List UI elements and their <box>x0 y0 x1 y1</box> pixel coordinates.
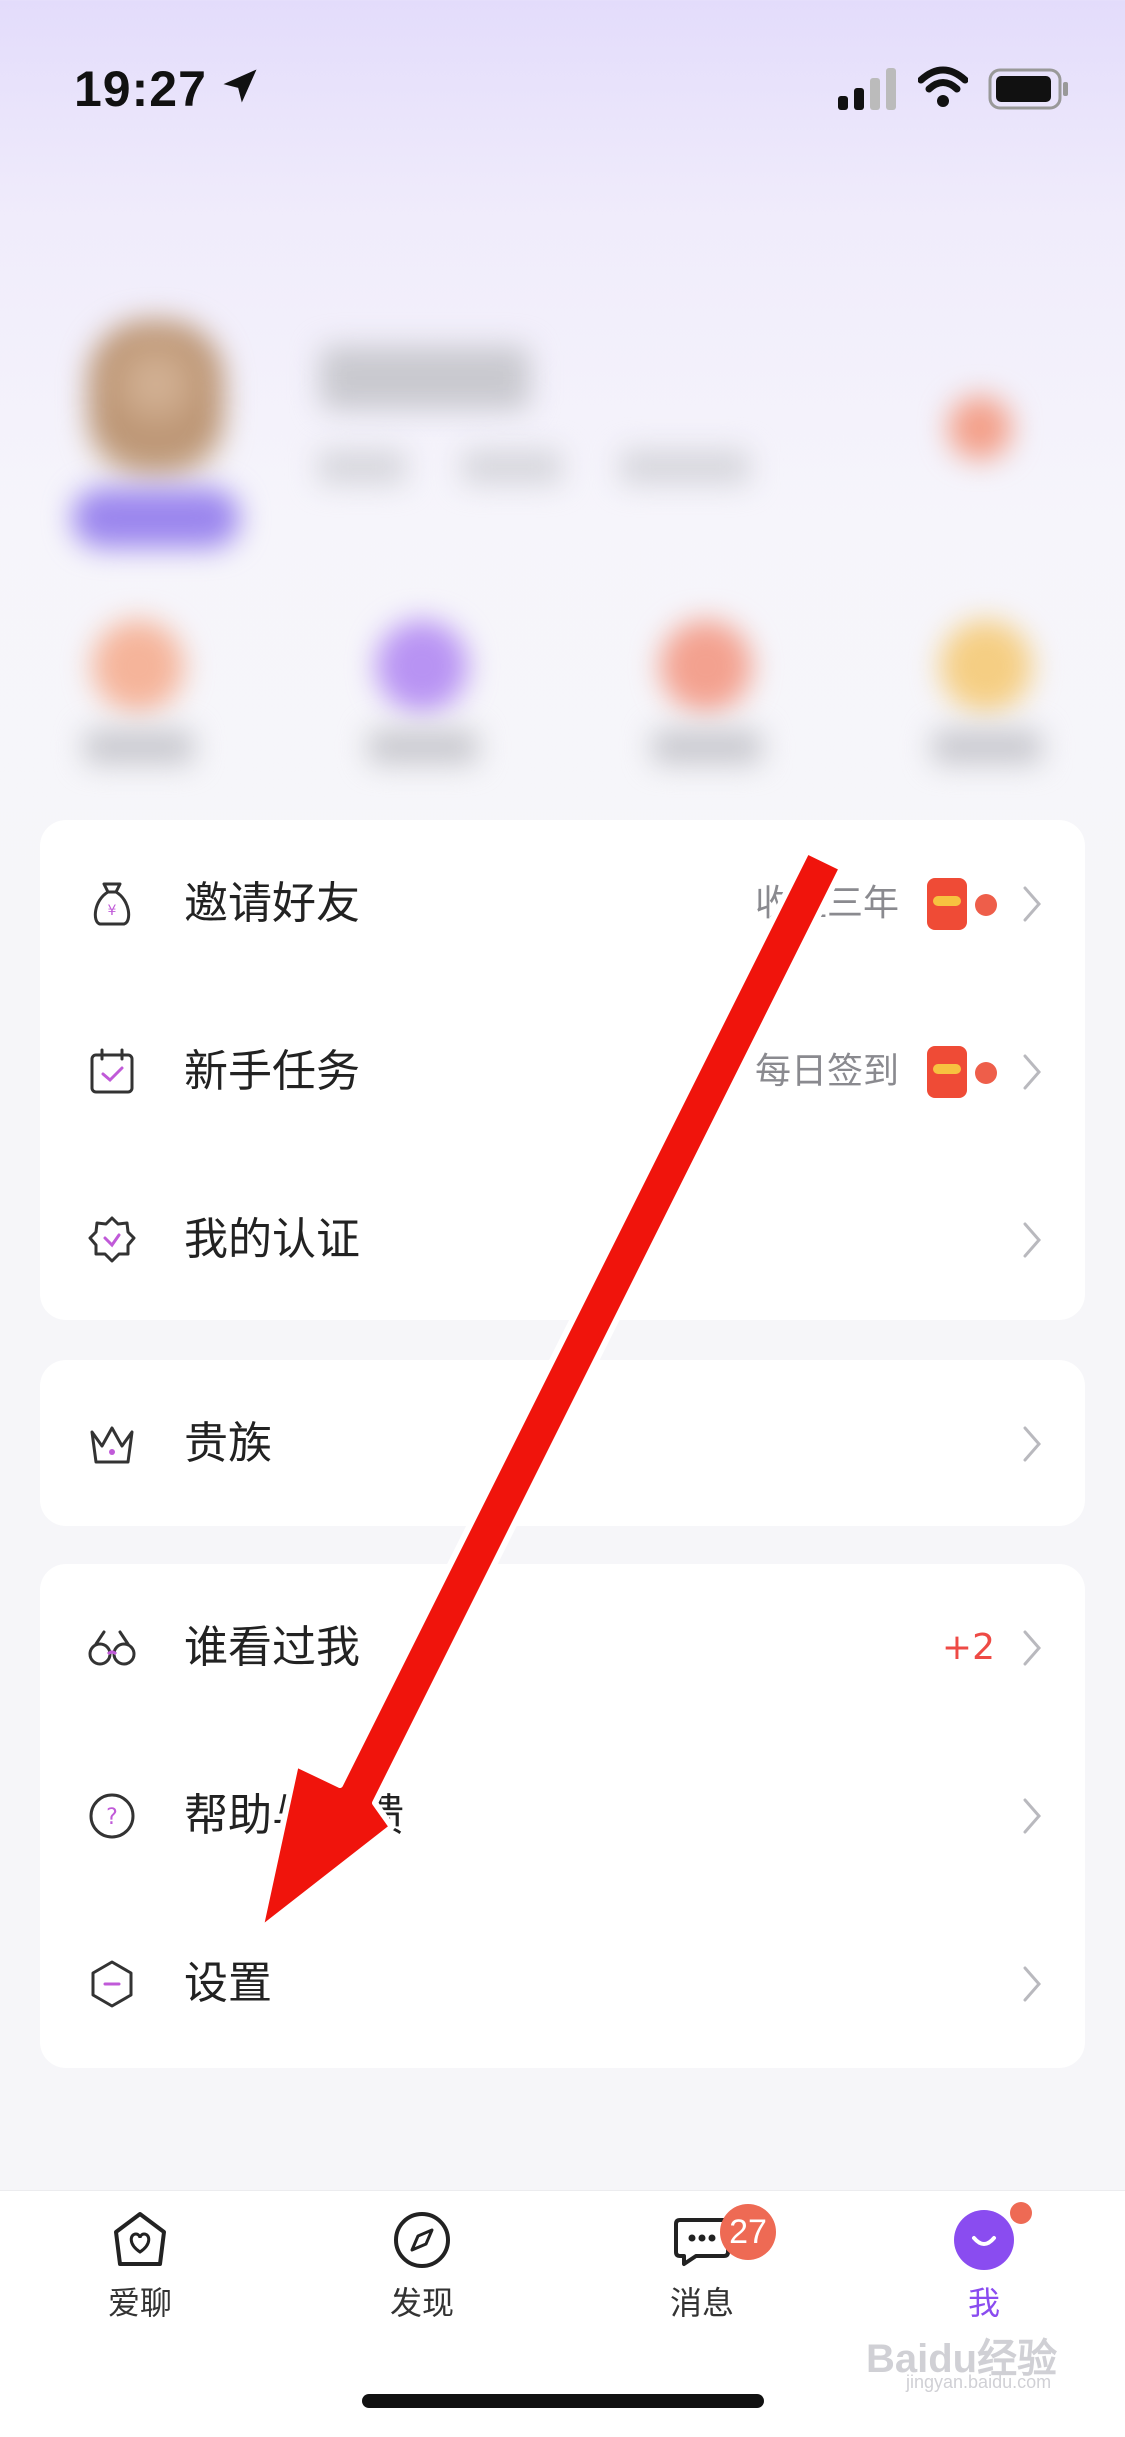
menu-item-my-verification[interactable]: 我的认证 <box>40 1156 1085 1324</box>
menu-item-label: 谁看过我 <box>184 1622 360 1673</box>
red-packet-icon <box>927 878 967 930</box>
calendar-check-icon <box>90 1048 134 1094</box>
avatar[interactable] <box>88 320 224 480</box>
chevron-right-icon <box>1023 1054 1041 1090</box>
help-circle-icon: ? <box>89 1793 135 1839</box>
menu-item-newbie-tasks[interactable]: 新手任务 每日签到 <box>40 988 1085 1156</box>
menu-item-label: 帮助与反馈 <box>184 1790 404 1841</box>
compass-icon <box>394 2212 450 2268</box>
menu-item-hint: 每日签到 <box>754 1051 899 1092</box>
quick-action-label-blurred <box>368 730 478 764</box>
profile-meta-blurred <box>620 450 750 484</box>
menu-item-label: 设置 <box>184 1958 272 2009</box>
unread-messages-badge: 27 <box>720 2204 776 2260</box>
quick-action-label-blurred <box>652 730 762 764</box>
quick-action-icon[interactable] <box>660 620 752 712</box>
wifi-icon <box>918 66 968 107</box>
watermark-url: jingyan.baidu.com <box>906 2372 1052 2392</box>
menu-item-label: 新手任务 <box>184 1046 360 1097</box>
glasses-icon <box>88 1630 136 1666</box>
notification-dot <box>1010 2202 1032 2224</box>
profile-meta-blurred <box>462 450 562 484</box>
notification-dot <box>975 1062 997 1084</box>
quick-action-label-blurred <box>932 730 1042 764</box>
viewer-count-badge: +2 <box>941 1627 995 1668</box>
tab-label: 我 <box>967 2284 1000 2322</box>
menu-item-invite-friends[interactable]: ¥ 邀请好友 收益三年 <box>40 820 1085 988</box>
tab-ai-chat[interactable]: 爱聊 <box>60 2208 220 2338</box>
cellular-signal-icon <box>838 68 896 110</box>
notification-dot <box>975 894 997 916</box>
menu-card-misc: 谁看过我 +2 ? 帮助与反馈 设置 <box>40 1564 1085 2068</box>
chevron-right-icon <box>1023 1222 1041 1258</box>
profile-meta-blurred <box>318 450 406 484</box>
chevron-right-icon <box>1023 1798 1041 1834</box>
chevron-right-icon <box>1023 1426 1041 1462</box>
verified-badge-icon <box>88 1216 136 1263</box>
money-bag-icon: ¥ <box>93 882 131 926</box>
menu-item-noble[interactable]: 贵族 <box>40 1360 1085 1526</box>
chevron-right-icon <box>1023 886 1041 922</box>
profile-name-blurred <box>320 346 530 410</box>
smile-avatar-icon <box>954 2210 1014 2270</box>
menu-item-label: 我的认证 <box>184 1214 360 1265</box>
tab-label: 消息 <box>669 2284 734 2322</box>
battery-icon <box>988 68 1068 110</box>
quick-action-label-blurred <box>84 730 194 764</box>
menu-item-label: 贵族 <box>184 1418 272 1469</box>
menu-item-label: 邀请好友 <box>184 878 360 929</box>
red-packet-icon <box>927 1046 967 1098</box>
menu-item-help-feedback[interactable]: ? 帮助与反馈 <box>40 1732 1085 1900</box>
chevron-right-icon <box>1023 1630 1041 1666</box>
quick-action-icon[interactable] <box>92 620 184 712</box>
tab-discover[interactable]: 发现 <box>342 2208 502 2338</box>
avatar-badge <box>72 488 240 548</box>
svg-text:?: ? <box>106 1805 118 1830</box>
tab-label: 发现 <box>389 2284 454 2322</box>
crown-icon <box>90 1426 134 1464</box>
svg-text:¥: ¥ <box>108 903 117 919</box>
home-heart-icon <box>114 2212 166 2266</box>
menu-card-noble: 贵族 <box>40 1360 1085 1526</box>
profile-action-blurred[interactable] <box>948 396 1012 460</box>
status-time: 19:27 <box>74 61 207 117</box>
menu-item-hint: 收益三年 <box>754 883 899 924</box>
quick-action-icon[interactable] <box>376 620 468 712</box>
settings-hexagon-icon <box>91 1960 133 2008</box>
menu-card-tasks: ¥ 邀请好友 收益三年 新手任务 每日签到 我的认证 <box>40 820 1085 1320</box>
location-arrow-icon <box>223 69 257 103</box>
quick-action-icon[interactable] <box>940 620 1032 712</box>
home-indicator[interactable] <box>362 2394 764 2408</box>
menu-item-settings[interactable]: 设置 <box>40 1900 1085 2068</box>
menu-item-who-viewed-me[interactable]: 谁看过我 +2 <box>40 1564 1085 1732</box>
tab-label: 爱聊 <box>107 2284 172 2322</box>
chevron-right-icon <box>1023 1966 1041 2002</box>
tab-me[interactable]: 我 <box>904 2208 1064 2338</box>
